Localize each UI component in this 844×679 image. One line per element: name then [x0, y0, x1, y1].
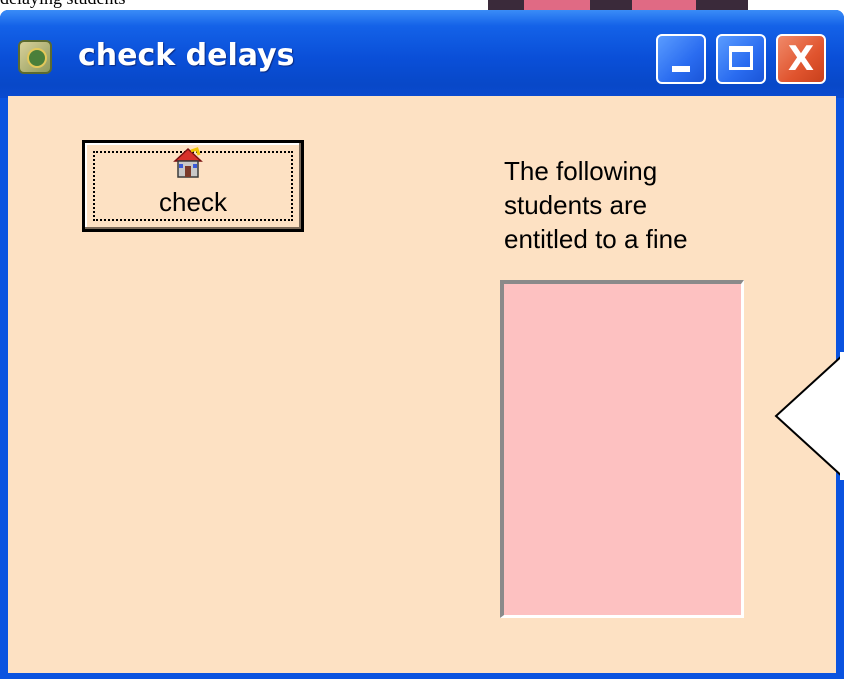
- fine-label-line: students are: [504, 190, 648, 220]
- fine-description-label: The following students are entitled to a…: [504, 154, 724, 256]
- check-button[interactable]: check: [82, 140, 304, 232]
- close-icon: X: [787, 39, 815, 79]
- app-icon[interactable]: [18, 40, 52, 74]
- minimize-icon: [672, 66, 690, 72]
- check-button-label: check: [159, 187, 227, 217]
- house-icon: [173, 147, 203, 178]
- fined-students-list[interactable]: [500, 280, 744, 618]
- close-button[interactable]: X: [776, 34, 826, 84]
- callout-pointer: [774, 352, 844, 480]
- background-caption: delaying students: [0, 0, 125, 8]
- maximize-icon: [729, 46, 753, 70]
- app-window: check delays X check The following stude…: [0, 10, 844, 679]
- fine-label-line: The following: [504, 156, 658, 186]
- title-bar[interactable]: check delays X: [0, 10, 844, 98]
- form-client-area: check The following students are entitle…: [8, 96, 836, 673]
- fine-label-line: entitled to a fine: [504, 224, 688, 254]
- minimize-button[interactable]: [656, 34, 706, 84]
- maximize-button[interactable]: [716, 34, 766, 84]
- window-title: check delays: [78, 38, 295, 73]
